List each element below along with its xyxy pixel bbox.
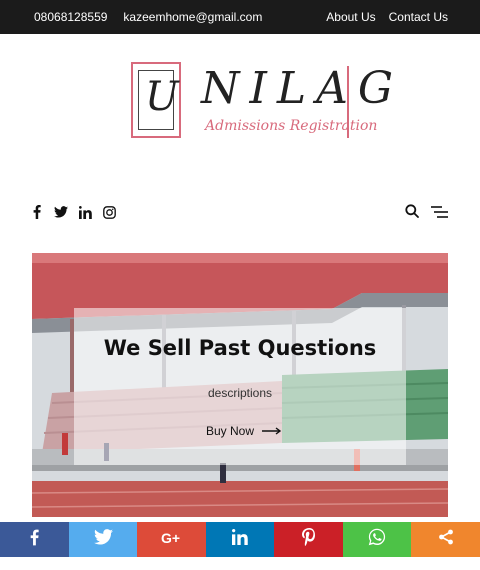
hero-description: descriptions bbox=[207, 386, 273, 400]
linkedin-icon bbox=[232, 529, 248, 550]
logo-letter: U bbox=[145, 74, 179, 120]
share-bar: G+ bbox=[0, 522, 480, 557]
contact-info: 08068128559 kazeemhome@gmail.com bbox=[34, 10, 262, 24]
svg-text:G+: G+ bbox=[161, 531, 180, 545]
share-icon bbox=[438, 529, 454, 550]
menu-icon[interactable] bbox=[431, 205, 448, 223]
pinterest-icon bbox=[301, 528, 316, 551]
hero-banner: We Sell Past Questions descriptions Buy … bbox=[32, 253, 448, 517]
facebook-icon[interactable] bbox=[30, 205, 44, 219]
social-links bbox=[30, 205, 116, 219]
linkedin-icon[interactable] bbox=[78, 205, 92, 219]
facebook-icon bbox=[30, 529, 39, 551]
logo-subtitle: Admissions Registration bbox=[205, 118, 378, 134]
header-tools bbox=[405, 204, 448, 223]
share-whatsapp-button[interactable] bbox=[343, 522, 411, 557]
hero-title: We Sell Past Questions bbox=[103, 336, 377, 360]
share-twitter-button[interactable] bbox=[69, 522, 137, 557]
share-pinterest-button[interactable] bbox=[274, 522, 343, 557]
google-plus-icon: G+ bbox=[161, 529, 183, 550]
search-icon[interactable] bbox=[405, 204, 419, 223]
share-linkedin-button[interactable] bbox=[206, 522, 274, 557]
arrow-right-icon bbox=[262, 424, 282, 438]
top-nav: About Us Contact Us bbox=[326, 10, 448, 24]
twitter-icon[interactable] bbox=[54, 205, 68, 219]
logo-divider bbox=[347, 66, 349, 138]
share-more-button[interactable] bbox=[411, 522, 480, 557]
phone-number[interactable]: 08068128559 bbox=[34, 10, 107, 24]
buy-now-label: Buy Now bbox=[206, 424, 255, 438]
email-address[interactable]: kazeemhome@gmail.com bbox=[123, 10, 262, 24]
site-logo[interactable]: U NILAG Admissions Registration bbox=[131, 62, 393, 140]
instagram-icon[interactable] bbox=[102, 205, 116, 219]
buy-now-button[interactable]: Buy Now bbox=[206, 424, 282, 438]
logo-word: NILAG bbox=[201, 63, 404, 114]
contact-us-link[interactable]: Contact Us bbox=[389, 10, 448, 24]
share-google-plus-button[interactable]: G+ bbox=[137, 522, 206, 557]
hero-card: We Sell Past Questions descriptions Buy … bbox=[74, 308, 406, 465]
top-bar: 08068128559 kazeemhome@gmail.com About U… bbox=[0, 0, 480, 34]
share-facebook-button[interactable] bbox=[0, 522, 69, 557]
whatsapp-icon bbox=[368, 528, 386, 551]
logo-box: U bbox=[131, 62, 181, 138]
about-us-link[interactable]: About Us bbox=[326, 10, 375, 24]
twitter-icon bbox=[93, 529, 113, 550]
